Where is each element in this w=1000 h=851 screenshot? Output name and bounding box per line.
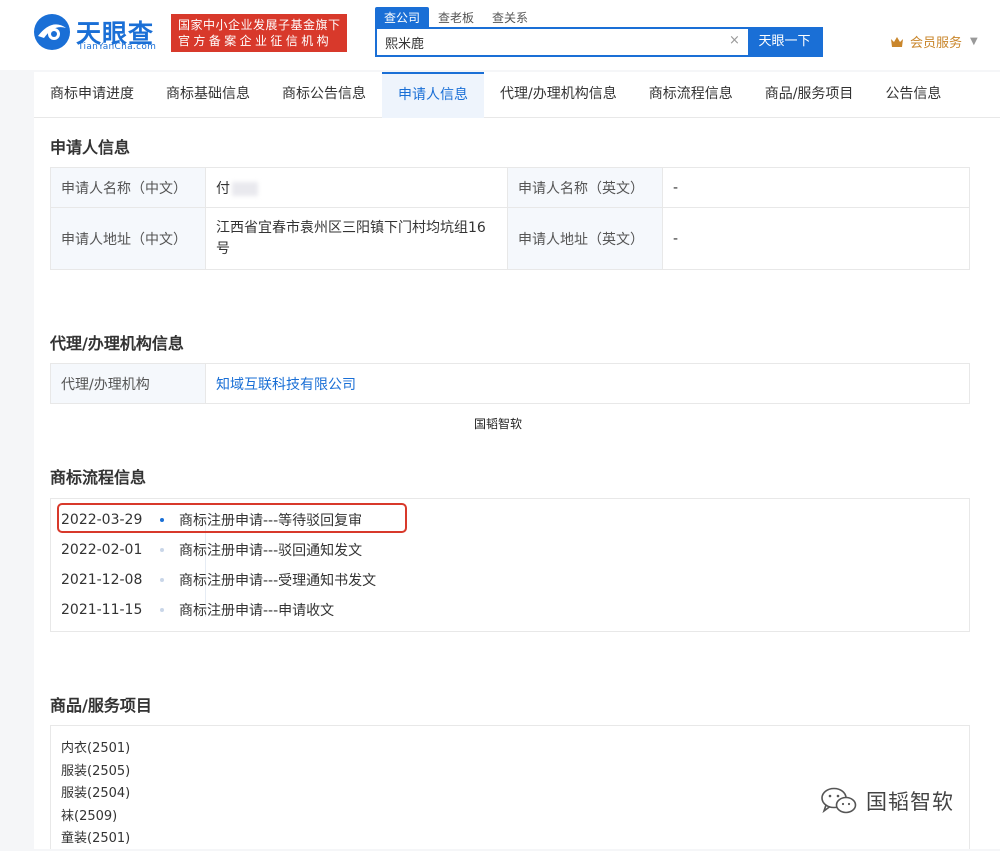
agency-link[interactable]: 知域互联科技有限公司	[205, 363, 970, 404]
applicant-addr-line-2: 号	[216, 240, 230, 257]
goods-item: 童装(2501)	[61, 831, 131, 846]
flow-text: 商标注册申请---受理通知书发文	[179, 573, 377, 589]
applicant-name-cn-value: 付	[216, 180, 230, 197]
brand-watermark-text: 国韬智软	[866, 790, 954, 814]
applicant-addr-line-1: 江西省宜春市袁州区三阳镇下门村均坑组16	[216, 219, 486, 236]
search-tab-relation[interactable]: 查关系	[483, 7, 537, 27]
flow-item: 2021-12-08 商标注册申请---受理通知书发文	[61, 565, 376, 595]
tab-basic-info[interactable]: 商标基础信息	[150, 72, 266, 118]
timeline-dot	[157, 535, 179, 565]
timeline-dot	[157, 595, 179, 625]
timeline-dot	[157, 565, 179, 595]
official-badge: 国家中小企业发展子基金旗下 官方备案企业征信机构	[171, 14, 347, 52]
tab-application-progress[interactable]: 商标申请进度	[34, 72, 150, 118]
applicant-name-cn-label: 申请人名称（中文）	[50, 167, 206, 208]
tab-flow-info[interactable]: 商标流程信息	[633, 72, 749, 118]
clear-icon[interactable]: ×	[729, 33, 740, 48]
applicant-addr-en-value: -	[662, 207, 970, 270]
vip-service-menu[interactable]: 会员服务 ▼	[890, 32, 978, 51]
flow-item: 2021-11-15 商标注册申请---申请收文	[61, 595, 334, 625]
tab-goods-services[interactable]: 商品/服务项目	[749, 72, 870, 118]
crown-icon	[891, 36, 903, 47]
search-button[interactable]: 天眼一下	[748, 29, 821, 55]
tab-announcement-info[interactable]: 商标公告信息	[266, 72, 382, 118]
search-box: × 天眼一下	[375, 27, 823, 57]
goods-item: 服装(2505)	[61, 763, 131, 779]
badge-line-2: 官方备案企业征信机构	[178, 34, 333, 48]
logo-domain: TianYanCha.com	[78, 42, 157, 52]
search-input[interactable]	[377, 29, 747, 55]
flow-timeline: 2022-03-29 商标注册申请---等待驳回复审 2022-02-01 商标…	[50, 498, 970, 632]
redacted-text	[232, 181, 258, 196]
flow-date: 2021-12-08	[61, 572, 143, 588]
site-logo[interactable]: 天眼查 TianYanCha.com	[32, 12, 162, 54]
top-header: 天眼查 TianYanCha.com 国家中小企业发展子基金旗下 官方备案企业征…	[0, 0, 1000, 70]
flow-section-title: 商标流程信息	[50, 468, 147, 487]
wechat-icon	[821, 787, 857, 814]
applicant-name-en-value: -	[662, 167, 970, 208]
search-type-tabs: 查公司 查老板 查关系	[375, 7, 537, 27]
detail-tabs: 商标申请进度 商标基础信息 商标公告信息 申请人信息 代理/办理机构信息 商标流…	[34, 72, 1000, 118]
highlight-annotation	[57, 503, 407, 533]
search-tab-company[interactable]: 查公司	[375, 7, 430, 27]
flow-item: 2022-02-01 商标注册申请---驳回通知发文	[61, 535, 362, 565]
flow-text: 商标注册申请---驳回通知发文	[179, 543, 363, 559]
applicant-table: 申请人名称（中文） 付 申请人名称（英文） - 申请人地址（中文） 江西省宜春市…	[50, 167, 970, 270]
center-watermark: 国韬智软	[474, 417, 523, 431]
tab-notices[interactable]: 公告信息	[869, 72, 957, 118]
applicant-addr-cn-cell: 江西省宜春市袁州区三阳镇下门村均坑组16 号	[205, 207, 508, 270]
goods-section-title: 商品/服务项目	[50, 696, 152, 715]
applicant-addr-en-label: 申请人地址（英文）	[507, 207, 663, 270]
applicant-section-title: 申请人信息	[50, 138, 131, 157]
applicant-name-en-label: 申请人名称（英文）	[507, 167, 663, 208]
search-tab-boss[interactable]: 查老板	[429, 7, 483, 27]
badge-line-1: 国家中小企业发展子基金旗下	[178, 18, 341, 32]
tab-agency-info[interactable]: 代理/办理机构信息	[484, 72, 633, 118]
logo-eye-icon	[34, 14, 70, 50]
agency-label: 代理/办理机构	[50, 363, 206, 404]
agency-table: 代理/办理机构 知域互联科技有限公司	[50, 363, 970, 404]
goods-item: 内衣(2501)	[61, 741, 131, 756]
applicant-addr-cn-label: 申请人地址（中文）	[50, 207, 206, 270]
brand-watermark: 国韬智软	[820, 786, 954, 816]
main-content: 申请人信息 申请人名称（中文） 付 申请人名称（英文） - 申请人地址（中文） …	[34, 118, 1000, 849]
flow-date: 2021-11-15	[61, 602, 143, 618]
tab-applicant-info[interactable]: 申请人信息	[382, 72, 484, 118]
applicant-name-cn-cell: 付	[205, 167, 508, 208]
vip-label: 会员服务	[910, 36, 963, 51]
flow-date: 2022-02-01	[61, 542, 143, 558]
flow-text: 商标注册申请---申请收文	[179, 603, 335, 619]
chevron-down-icon: ▼	[970, 36, 978, 47]
agency-section-title: 代理/办理机构信息	[50, 334, 184, 353]
